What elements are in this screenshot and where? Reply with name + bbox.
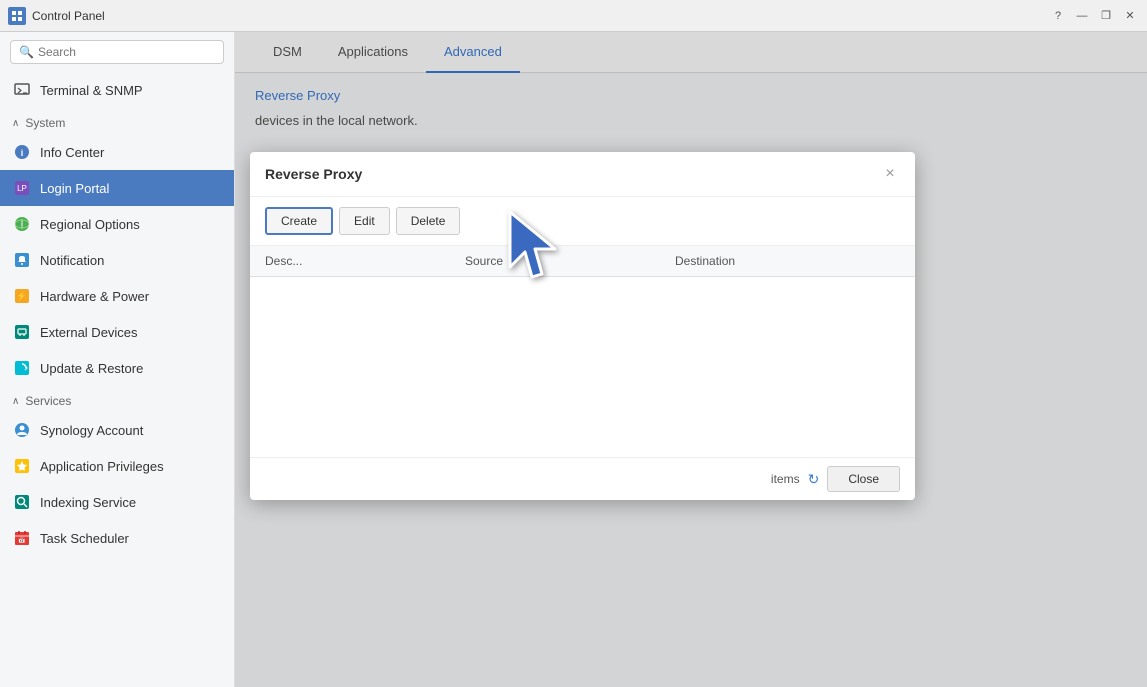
external-devices-icon [12, 322, 32, 342]
sidebar-item-info-center[interactable]: i Info Center [0, 134, 234, 170]
window-title: Control Panel [32, 9, 105, 23]
svg-text:📅: 📅 [18, 536, 25, 544]
info-center-label: Info Center [40, 145, 104, 160]
proxy-table: Desc... Source Destination [250, 246, 915, 457]
hardware-power-label: Hardware & Power [40, 289, 149, 304]
application-privileges-icon [12, 456, 32, 476]
sidebar-item-update-restore[interactable]: Update & Restore [0, 350, 234, 386]
dialog-close-button[interactable]: × [880, 164, 900, 184]
application-privileges-label: Application Privileges [40, 459, 164, 474]
svg-text:i: i [21, 148, 24, 158]
sidebar-item-hardware-power[interactable]: ⚡ Hardware & Power [0, 278, 234, 314]
table-header: Desc... Source Destination [250, 246, 915, 277]
system-section-label: System [25, 116, 65, 130]
window-controls: ? — ❐ ✕ [1049, 7, 1139, 25]
search-icon: 🔍 [19, 45, 34, 59]
sidebar-item-synology-account[interactable]: Synology Account [0, 412, 234, 448]
regional-options-icon [12, 214, 32, 234]
synology-account-icon [12, 420, 32, 440]
edit-button[interactable]: Edit [339, 207, 390, 235]
sidebar: 🔍 Terminal & SNMP System i Info Center L… [0, 32, 235, 687]
task-scheduler-label: Task Scheduler [40, 531, 129, 546]
sidebar-item-notification[interactable]: Notification [0, 242, 234, 278]
hardware-power-icon: ⚡ [12, 286, 32, 306]
col-header-destination: Destination [675, 254, 900, 268]
svg-text:LP: LP [17, 184, 27, 193]
services-section-label: Services [25, 394, 71, 408]
restore-button[interactable]: ❐ [1097, 7, 1115, 25]
sidebar-item-terminal-snmp[interactable]: Terminal & SNMP [0, 72, 234, 108]
search-input[interactable] [38, 45, 215, 59]
update-restore-icon [12, 358, 32, 378]
close-dialog-button[interactable]: Close [827, 466, 900, 492]
col-header-source: Source [465, 254, 675, 268]
login-portal-label: Login Portal [40, 181, 109, 196]
indexing-service-icon [12, 492, 32, 512]
update-restore-label: Update & Restore [40, 361, 143, 376]
content-area: DSM Applications Advanced Reverse Proxy … [235, 32, 1147, 687]
titlebar-left: Control Panel [8, 7, 105, 25]
sidebar-item-indexing-service[interactable]: Indexing Service [0, 484, 234, 520]
table-empty-area [250, 277, 915, 457]
sidebar-item-application-privileges[interactable]: Application Privileges [0, 448, 234, 484]
col-header-description: Desc... [265, 254, 465, 268]
search-box[interactable]: 🔍 [10, 40, 224, 64]
dialog-toolbar: Create Edit Delete [250, 197, 915, 246]
create-button[interactable]: Create [265, 207, 333, 235]
close-button[interactable]: ✕ [1121, 7, 1139, 25]
info-center-icon: i [12, 142, 32, 162]
dialog-footer: items ↻ Close [250, 457, 915, 500]
services-section-header[interactable]: Services [0, 386, 234, 412]
terminal-icon [12, 80, 32, 100]
main-layout: 🔍 Terminal & SNMP System i Info Center L… [0, 32, 1147, 687]
sidebar-item-external-devices[interactable]: External Devices [0, 314, 234, 350]
task-scheduler-icon: 📅 [12, 528, 32, 548]
external-devices-label: External Devices [40, 325, 138, 340]
items-count: items [771, 472, 800, 486]
synology-account-label: Synology Account [40, 423, 143, 438]
delete-button[interactable]: Delete [396, 207, 461, 235]
refresh-icon[interactable]: ↻ [808, 471, 820, 488]
titlebar: Control Panel ? — ❐ ✕ [0, 0, 1147, 32]
dialog-header: Reverse Proxy × [250, 152, 915, 197]
terminal-snmp-label: Terminal & SNMP [40, 83, 143, 98]
notification-label: Notification [40, 253, 104, 268]
help-button[interactable]: ? [1049, 7, 1067, 25]
sidebar-item-login-portal[interactable]: LP Login Portal [0, 170, 234, 206]
regional-options-label: Regional Options [40, 217, 140, 232]
login-portal-icon: LP [12, 178, 32, 198]
sidebar-item-task-scheduler[interactable]: 📅 Task Scheduler [0, 520, 234, 556]
reverse-proxy-dialog: Reverse Proxy × Create Edit Delete Desc.… [250, 152, 915, 500]
svg-text:⚡: ⚡ [16, 290, 27, 302]
dialog-title: Reverse Proxy [265, 166, 362, 182]
sidebar-item-regional-options[interactable]: Regional Options [0, 206, 234, 242]
app-icon [8, 7, 26, 25]
minimize-button[interactable]: — [1073, 7, 1091, 25]
indexing-service-label: Indexing Service [40, 495, 136, 510]
system-section-header[interactable]: System [0, 108, 234, 134]
notification-icon [12, 250, 32, 270]
